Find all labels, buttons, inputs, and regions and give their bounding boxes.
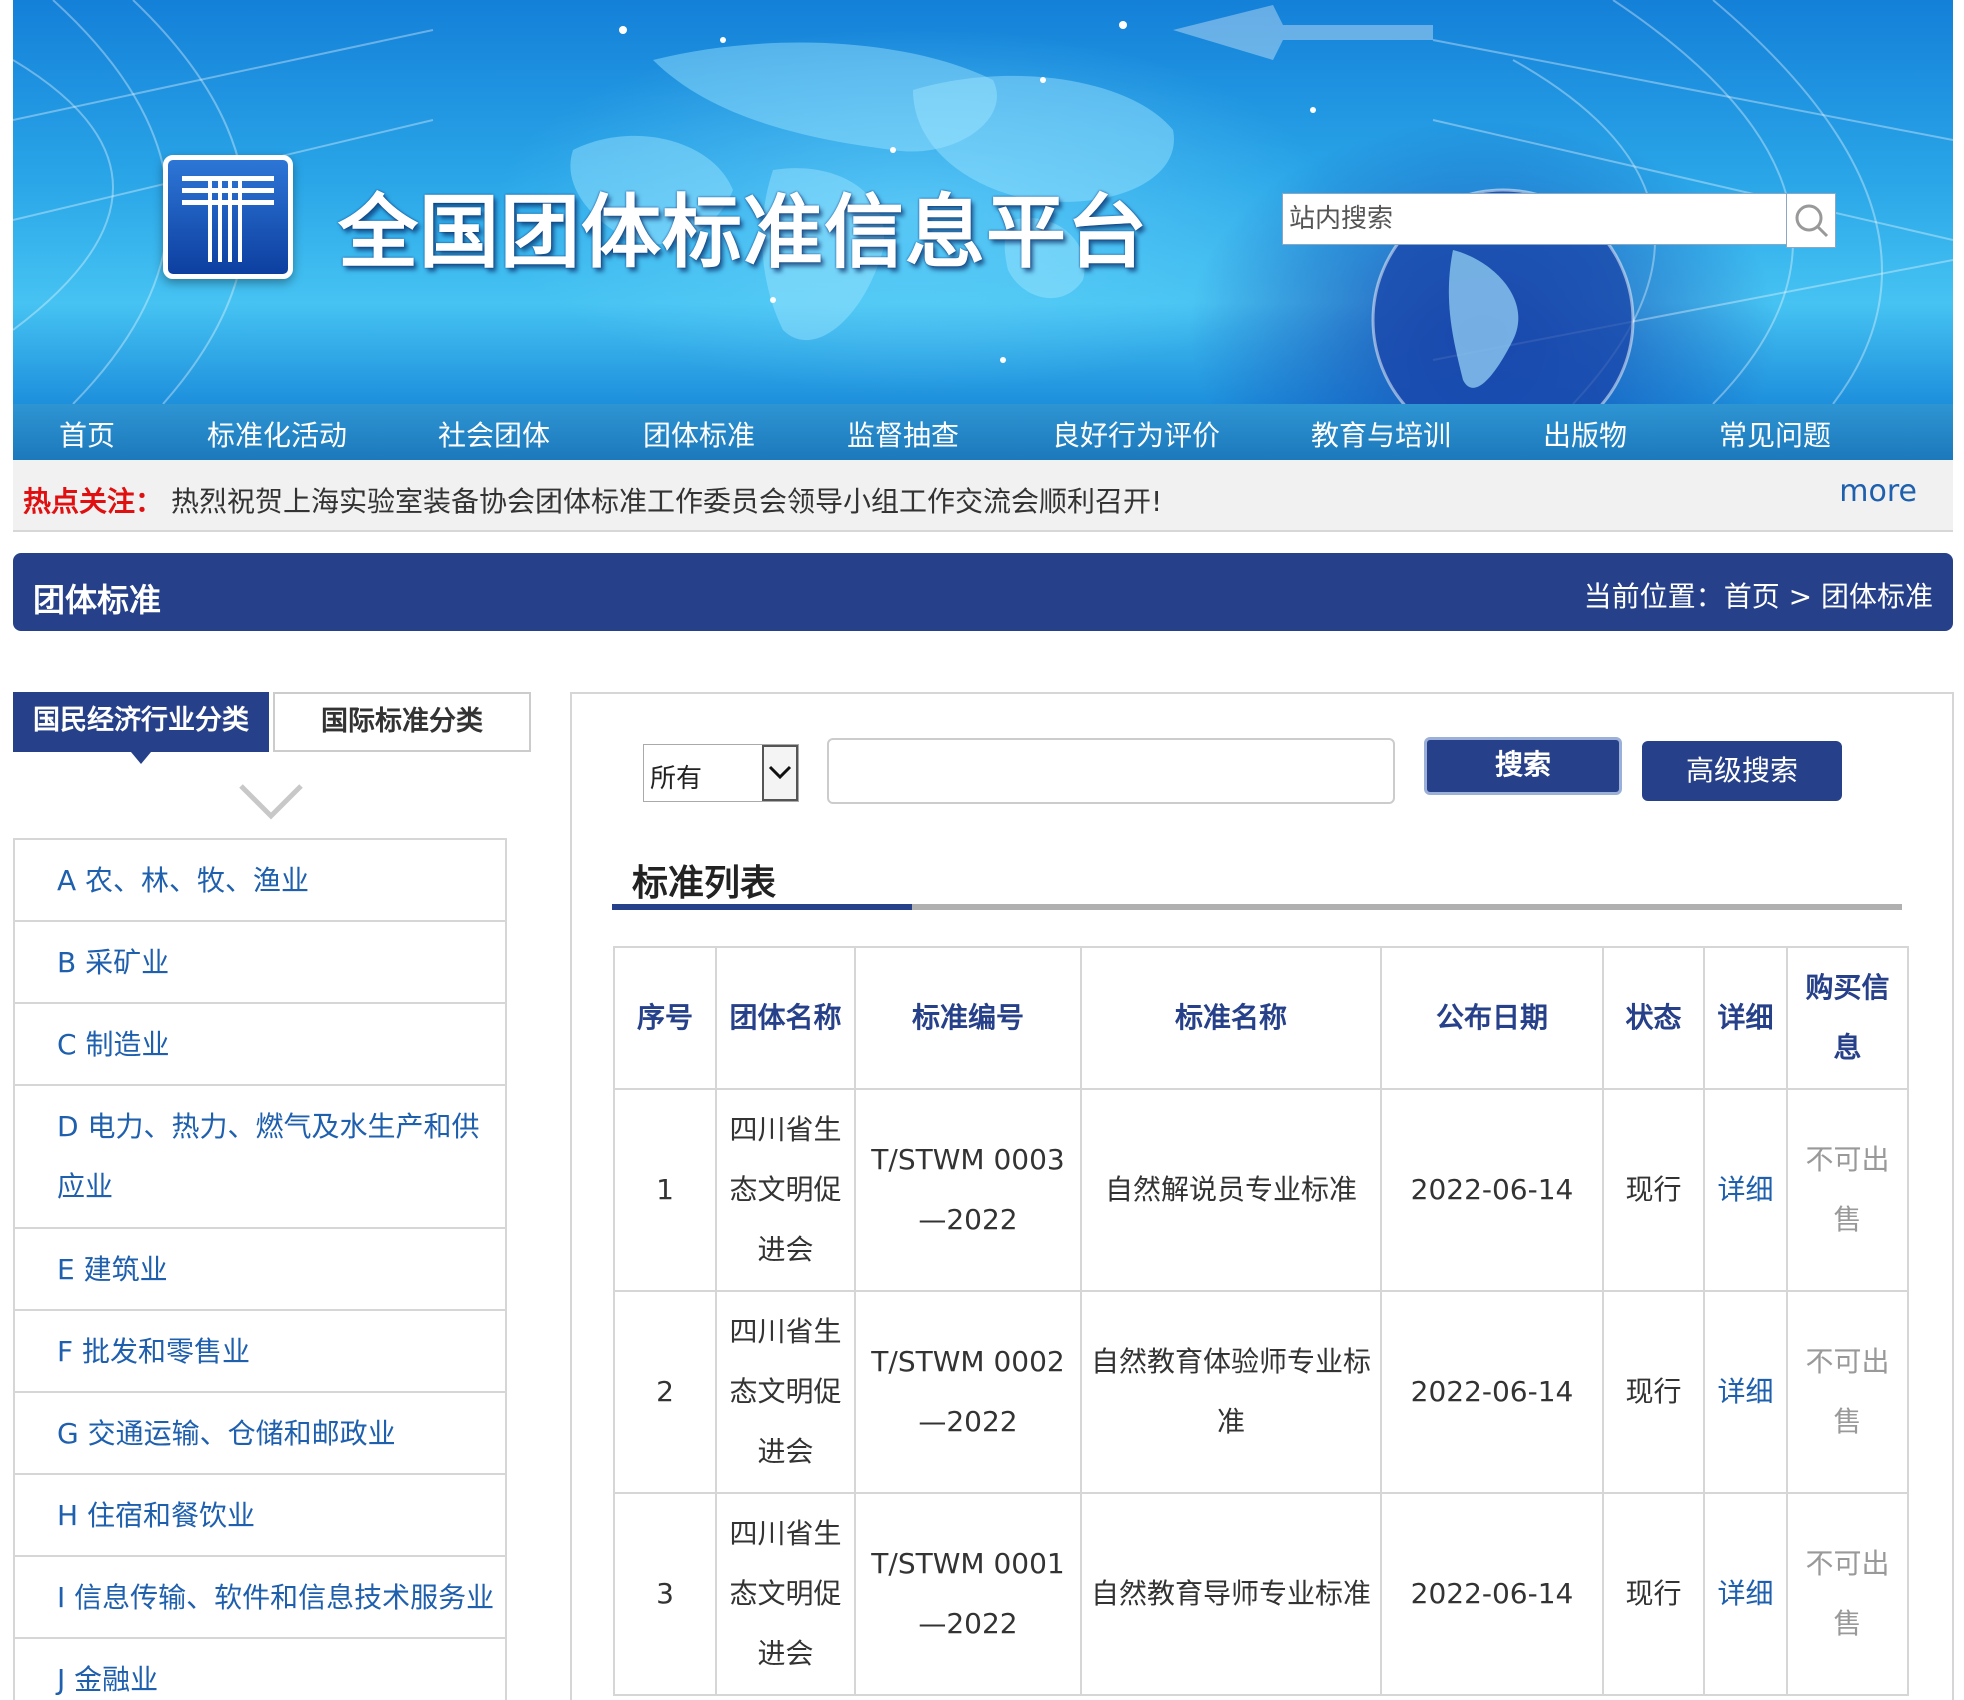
row-code: T/STWM 0003—2022	[854, 1088, 1082, 1292]
breadcrumb-prefix: 当前位置：	[1583, 580, 1724, 613]
category-list: A 农、林、牧、渔业 B 采矿业 C 制造业 D 电力、热力、燃气及水生产和供应…	[13, 838, 507, 1700]
row-code: T/STWM 0001—2022	[854, 1492, 1082, 1696]
table-row: 2 四川省生态文明促进会 T/STWM 0002—2022 自然教育体验师专业标…	[613, 1290, 1909, 1494]
nav-item-publications[interactable]: 出版物	[1543, 414, 1627, 454]
chevron-down-icon	[768, 765, 792, 780]
row-org: 四川省生态文明促进会	[715, 1088, 856, 1292]
breadcrumb: 当前位置：首页 > 团体标准	[1584, 575, 1933, 615]
category-item-h[interactable]: H 住宿和餐饮业	[15, 1475, 505, 1557]
table-header-row: 序号 团体名称 标准编号 标准名称 公布日期 状态 详细 购买信息	[613, 946, 1909, 1090]
column-header-name: 标准名称	[1080, 946, 1382, 1090]
row-status: 现行	[1602, 1088, 1705, 1292]
column-header-date: 公布日期	[1380, 946, 1604, 1090]
page-title: 团体标准	[33, 581, 162, 619]
category-item-f[interactable]: F 批发和零售业	[15, 1311, 505, 1393]
row-buy-info: 不可出售	[1786, 1492, 1909, 1696]
row-date: 2022-06-14	[1380, 1088, 1604, 1292]
active-tab-pointer	[131, 752, 151, 764]
category-item-j[interactable]: J 金融业	[15, 1639, 505, 1700]
row-detail-link[interactable]: 详细	[1703, 1290, 1788, 1494]
category-item-a[interactable]: A 农、林、牧、渔业	[15, 840, 505, 922]
category-item-g[interactable]: G 交通运输、仓储和邮政业	[15, 1393, 505, 1475]
search-button[interactable]: 搜索	[1424, 737, 1622, 795]
breadcrumb-home[interactable]: 首页	[1724, 580, 1780, 613]
row-no: 1	[613, 1088, 717, 1292]
row-name: 自然教育体验师专业标准	[1080, 1290, 1382, 1494]
nav-item-standardization[interactable]: 标准化活动	[207, 414, 347, 454]
section-title-bar: 团体标准 当前位置：首页 > 团体标准	[13, 553, 1953, 631]
nav-item-inspection[interactable]: 监督抽查	[847, 414, 959, 454]
row-no: 2	[613, 1290, 717, 1494]
row-status: 现行	[1602, 1290, 1705, 1494]
table-row: 3 四川省生态文明促进会 T/STWM 0001—2022 自然教育导师专业标准…	[613, 1492, 1909, 1696]
list-title: 标准列表	[632, 863, 777, 904]
hot-news-bar: 热点关注： 热烈祝贺上海实验室装备协会团体标准工作委员会领导小组工作交流会顺利召…	[13, 460, 1953, 532]
row-status: 现行	[1602, 1492, 1705, 1696]
column-header-no: 序号	[613, 946, 717, 1090]
table-row: 1 四川省生态文明促进会 T/STWM 0003—2022 自然解说员专业标准 …	[613, 1088, 1909, 1292]
site-search-input[interactable]	[1282, 193, 1787, 245]
search-icon	[1795, 204, 1829, 238]
row-date: 2022-06-14	[1380, 1492, 1604, 1696]
site-logo[interactable]	[163, 155, 293, 279]
breadcrumb-current[interactable]: 团体标准	[1821, 580, 1933, 613]
select-arrow[interactable]	[762, 745, 798, 801]
row-no: 3	[613, 1492, 717, 1696]
tab-ics-classification[interactable]: 国际标准分类	[273, 692, 531, 752]
column-header-buy: 购买信息	[1786, 946, 1909, 1090]
row-detail-link[interactable]: 详细	[1703, 1088, 1788, 1292]
row-date: 2022-06-14	[1380, 1290, 1604, 1494]
category-item-b[interactable]: B 采矿业	[15, 922, 505, 1004]
chevron-down-icon[interactable]	[238, 782, 304, 822]
logo-icon	[182, 176, 274, 262]
main-panel: 所有 搜索 高级搜索 标准列表 序号 团体名称 标准编号 标准名称 公布日期 状…	[570, 692, 1954, 1700]
row-name: 自然教育导师专业标准	[1080, 1492, 1382, 1696]
nav-item-group-standards[interactable]: 团体标准	[643, 414, 755, 454]
hot-news-label: 热点关注：	[23, 485, 164, 518]
row-name: 自然解说员专业标准	[1080, 1088, 1382, 1292]
row-buy-info: 不可出售	[1786, 1088, 1909, 1292]
list-title-rule-active	[612, 904, 912, 910]
main-nav: 首页 标准化活动 社会团体 团体标准 监督抽查 良好行为评价 教育与培训 出版物…	[13, 404, 1953, 460]
row-org: 四川省生态文明促进会	[715, 1492, 856, 1696]
category-item-c[interactable]: C 制造业	[15, 1004, 505, 1086]
category-item-e[interactable]: E 建筑业	[15, 1229, 505, 1311]
column-header-code: 标准编号	[854, 946, 1082, 1090]
nav-item-evaluation[interactable]: 良好行为评价	[1052, 414, 1220, 454]
hot-news-more-link[interactable]: more	[1839, 474, 1917, 509]
site-search-button[interactable]	[1786, 193, 1836, 248]
scope-select-value: 所有	[650, 764, 703, 794]
column-header-org: 团体名称	[715, 946, 856, 1090]
row-org: 四川省生态文明促进会	[715, 1290, 856, 1494]
nav-item-education[interactable]: 教育与培训	[1311, 414, 1451, 454]
nav-item-home[interactable]: 首页	[59, 414, 115, 454]
tab-industry-classification[interactable]: 国民经济行业分类	[13, 692, 269, 752]
standards-table: 序号 团体名称 标准编号 标准名称 公布日期 状态 详细 购买信息 1 四川省生…	[613, 946, 1909, 1696]
keyword-input[interactable]	[827, 738, 1395, 804]
category-item-i[interactable]: I 信息传输、软件和信息技术服务业	[15, 1557, 505, 1639]
site-title: 全国团体标准信息平台	[338, 186, 1148, 279]
advanced-search-button[interactable]: 高级搜索	[1642, 741, 1842, 801]
row-detail-link[interactable]: 详细	[1703, 1492, 1788, 1696]
nav-item-faq[interactable]: 常见问题	[1719, 414, 1831, 454]
row-buy-info: 不可出售	[1786, 1290, 1909, 1494]
category-item-d[interactable]: D 电力、热力、燃气及水生产和供应业	[15, 1086, 505, 1229]
scope-select[interactable]: 所有	[643, 744, 799, 802]
column-header-detail: 详细	[1703, 946, 1788, 1090]
breadcrumb-separator: >	[1788, 580, 1813, 613]
hot-news-link[interactable]: 热烈祝贺上海实验室装备协会团体标准工作委员会领导小组工作交流会顺利召开!	[171, 480, 1162, 520]
row-code: T/STWM 0002—2022	[854, 1290, 1082, 1494]
nav-item-social-groups[interactable]: 社会团体	[438, 414, 550, 454]
column-header-status: 状态	[1602, 946, 1705, 1090]
